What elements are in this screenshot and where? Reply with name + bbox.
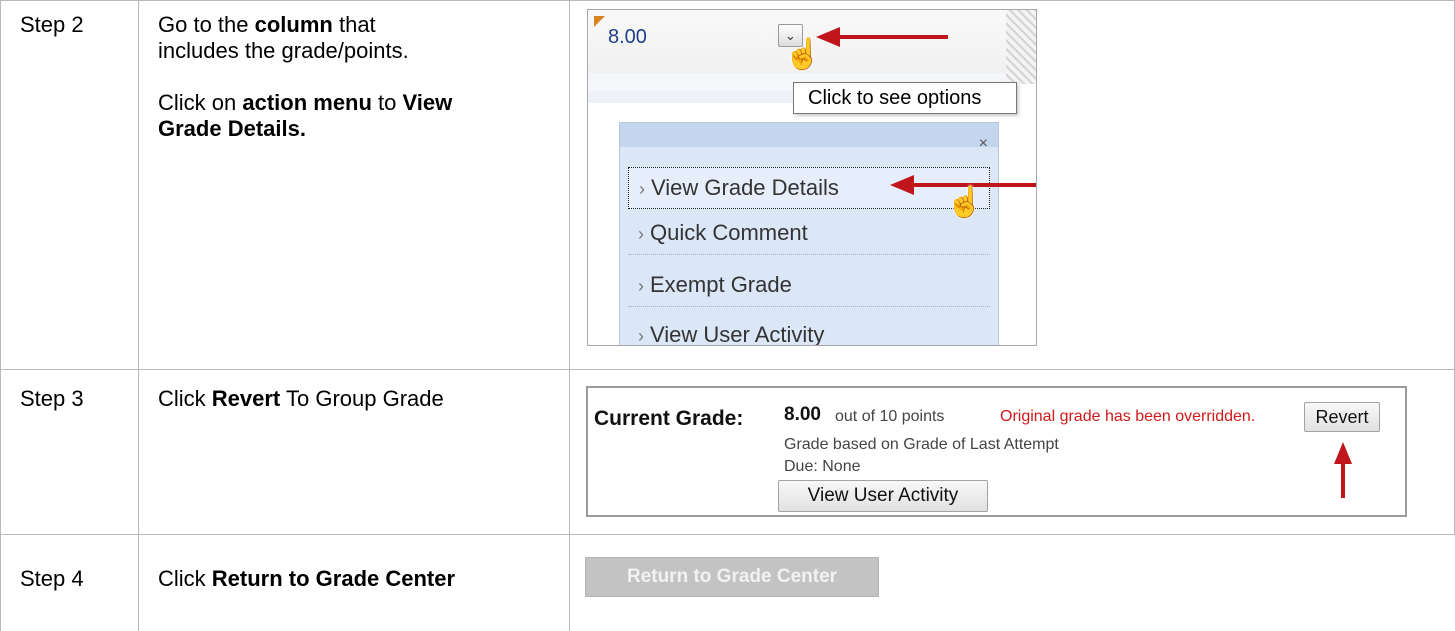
current-grade-value: 8.00 (784, 404, 821, 425)
action-menu-dropdown: × › View Grade Details › Quick Comment › Ex… (619, 122, 999, 346)
step-4-instruction: Click Return to Grade Center (158, 566, 558, 592)
step-3-instruction: Click Revert To Group Grade (158, 386, 558, 412)
instruction-text: that (332, 12, 376, 37)
instruction-text: Go to the (158, 12, 255, 37)
due-date: Due: None (784, 458, 861, 475)
table-border-top (0, 0, 1455, 1)
chevron-right-icon: › (638, 326, 644, 346)
instruction-text: Click on (158, 90, 243, 115)
table-divider-col2 (569, 0, 570, 631)
step-label-3: Step 3 (20, 386, 84, 411)
points-possible: out of 10 points (835, 408, 945, 425)
menu-item-quick-comment[interactable]: › Quick Comment (628, 213, 990, 255)
current-grade-screenshot: Current Grade: 8.00 out of 10 points Ori… (586, 386, 1407, 517)
instruction-text: to (371, 90, 403, 115)
table-border-left (0, 0, 1, 631)
step-label-4: Step 4 (20, 566, 84, 591)
table-row-divider-2 (0, 534, 1455, 535)
menu-item-exempt-grade[interactable]: › Exempt Grade (628, 265, 990, 307)
grade-basis: Grade based on Grade of Last Attempt (784, 436, 1059, 453)
instruction-bold-text: action menu (242, 90, 372, 115)
instruction-bold-text: Grade Details. (158, 116, 306, 141)
grade-value: 8.00 (608, 26, 647, 48)
menu-item-view-grade-details[interactable]: › View Grade Details (628, 167, 990, 209)
action-menu-screenshot: 8.00 ⌄ × › View Grade Details › Quick Comm… (587, 9, 1037, 346)
instruction-text: Click (158, 566, 212, 591)
return-to-grade-center-button[interactable]: Return to Grade Center (585, 557, 879, 597)
instruction-bold-text: column (254, 12, 333, 37)
arrow-shaft (838, 35, 948, 39)
step-2-instruction: Go to the column that includes the grade/… (158, 12, 558, 142)
arrow-icon (890, 175, 914, 195)
chevron-right-icon: › (639, 179, 645, 199)
instruction-bold-text: Return to Grade Center (211, 566, 456, 591)
arrow-icon (1334, 442, 1352, 464)
table-row-divider-1 (0, 369, 1455, 370)
chevron-right-icon: › (638, 276, 644, 296)
instruction-text: Click (158, 386, 212, 411)
override-flag-icon (594, 16, 605, 27)
tooltip: Click to see options (793, 82, 1017, 114)
instruction-bold-text: Revert (211, 386, 281, 411)
current-grade-label: Current Grade: (594, 407, 744, 430)
scrollbar-track[interactable] (1006, 10, 1036, 84)
instruction-line: Click Revert To Group Grade (158, 386, 558, 412)
instruction-line: Click on action menu to View (158, 90, 558, 116)
hand-cursor-icon: ☝ (946, 186, 984, 219)
instruction-text: To Group Grade (280, 386, 444, 411)
step-label-2: Step 2 (20, 12, 84, 37)
menu-item-view-user-activity[interactable]: › View User Activity (628, 315, 990, 346)
hand-cursor-icon: ☝ (784, 38, 822, 71)
override-notice: Original grade has been overridden. (1000, 408, 1256, 425)
close-icon[interactable]: × (979, 135, 988, 153)
chevron-right-icon: › (638, 224, 644, 244)
instruction-line: Click Return to Grade Center (158, 566, 558, 592)
arrow-shaft (1341, 462, 1345, 498)
revert-button[interactable]: Revert (1304, 402, 1380, 432)
instruction-bold-text: View (402, 90, 453, 115)
instruction-line: includes the grade/points. (158, 38, 558, 64)
instruction-line (158, 64, 558, 90)
instruction-line: Grade Details. (158, 116, 558, 142)
view-user-activity-button[interactable]: View User Activity (778, 480, 988, 512)
instruction-text: includes the grade/points. (158, 38, 409, 63)
instruction-line: Go to the column that (158, 12, 558, 38)
table-divider-col1 (138, 0, 139, 631)
menu-header (620, 123, 998, 147)
